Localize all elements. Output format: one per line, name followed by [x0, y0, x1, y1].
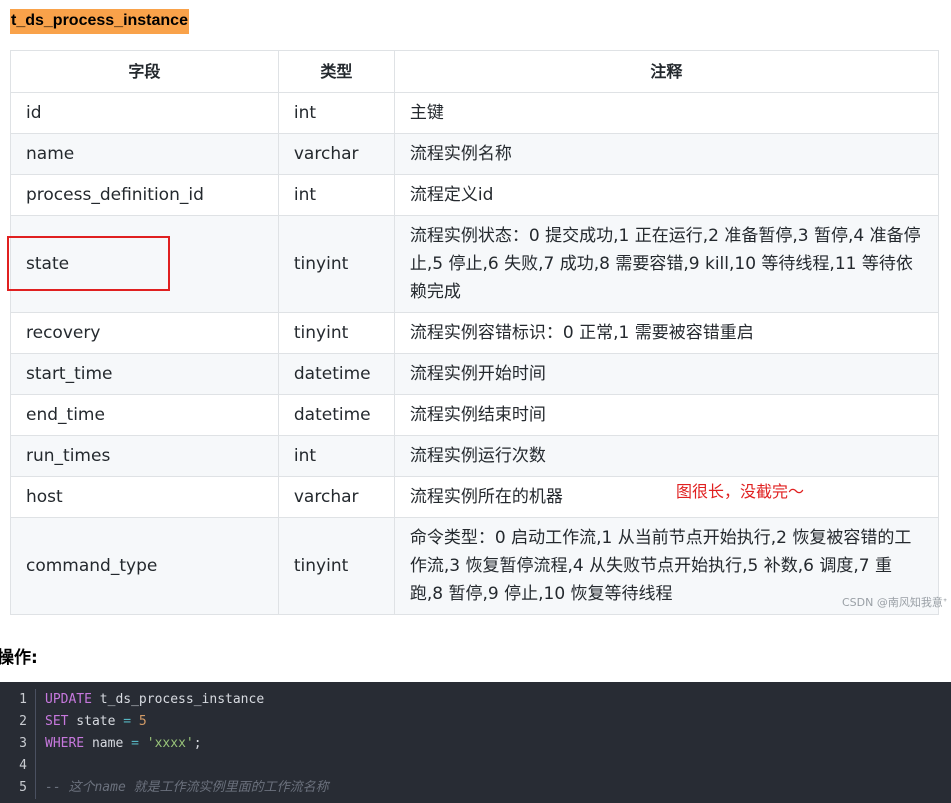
cell-field: process_definition_id [10, 174, 279, 216]
code-line: 4 [0, 755, 951, 777]
code-line: 2 SET state = 5 [0, 711, 951, 733]
cell-comment: 流程实例结束时间 [393, 394, 940, 436]
line-number: 4 [0, 755, 36, 777]
table-row: run_times int 流程实例运行次数 [10, 435, 940, 477]
table-row: process_definition_id int 流程定义id [10, 174, 940, 216]
cell-field: id [10, 92, 279, 134]
cell-field: start_time [10, 353, 279, 395]
cell-comment: 流程实例名称 [393, 133, 940, 175]
cell-field: end_time [10, 394, 279, 436]
cell-comment: 流程实例开始时间 [393, 353, 940, 395]
csdn-watermark: CSDN @南风知我意ᐩ [842, 596, 948, 609]
table-row: id int 主键 [10, 92, 940, 134]
table-row: name varchar 流程实例名称 [10, 133, 940, 175]
cell-type: int [277, 92, 395, 134]
header-field: 字段 [10, 50, 279, 93]
code-line: 1 UPDATE t_ds_process_instance [0, 689, 951, 711]
cell-field: host [10, 476, 279, 518]
sql-keyword: UPDATE [45, 692, 92, 707]
table-row: command_type tinyint 命令类型：0 启动工作流,1 从当前节… [10, 517, 940, 615]
operation-heading: 操作: [0, 648, 38, 668]
sql-string: 'xxxx' [138, 736, 194, 751]
cell-type: tinyint [277, 215, 395, 313]
cell-comment: 流程实例容错标识：0 正常,1 需要被容错重启 [393, 312, 940, 354]
cell-field: run_times [10, 435, 279, 477]
header-comment: 注释 [393, 50, 940, 93]
cell-type: varchar [277, 476, 395, 518]
line-number: 1 [0, 689, 36, 711]
line-number: 2 [0, 711, 36, 733]
cell-comment: 流程实例运行次数 [393, 435, 940, 477]
cell-comment: 流程实例状态：0 提交成功,1 正在运行,2 准备暂停,3 暂停,4 准备停止,… [393, 215, 940, 313]
cell-type: tinyint [277, 517, 395, 615]
sql-code-block[interactable]: 1 UPDATE t_ds_process_instance 2 SET sta… [0, 682, 951, 803]
sql-identifier: t_ds_process_instance [91, 692, 265, 707]
sql-operator: = [131, 736, 139, 751]
header-type: 类型 [277, 50, 395, 93]
code-line: 3 WHERE name = 'xxxx'; [0, 733, 951, 755]
annotation-note: 图很长，没截完～ [676, 482, 805, 501]
sql-number: 5 [131, 714, 147, 729]
sql-semicolon: ; [193, 736, 202, 751]
table-header-row: 字段 类型 注释 [10, 50, 940, 93]
sql-keyword: SET [45, 714, 69, 729]
cell-type: tinyint [277, 312, 395, 354]
cell-field: name [10, 133, 279, 175]
state-highlight-box [7, 236, 170, 291]
cell-field: recovery [10, 312, 279, 354]
code-line: 5 -- 这个name 就是工作流实例里面的工作流名称 [0, 777, 951, 799]
cell-field: command_type [10, 517, 279, 615]
cell-type: datetime [277, 394, 395, 436]
sql-identifier: name [84, 736, 132, 751]
cell-type: int [277, 174, 395, 216]
sql-operator: = [123, 714, 132, 729]
table-row: recovery tinyint 流程实例容错标识：0 正常,1 需要被容错重启 [10, 312, 940, 354]
table-row: start_time datetime 流程实例开始时间 [10, 353, 940, 395]
schema-table: 字段 类型 注释 id int 主键 name varchar 流程实例名称 p… [10, 50, 940, 615]
line-number: 3 [0, 733, 36, 755]
sql-comment: -- 这个name 就是工作流实例里面的工作流名称 [45, 780, 329, 795]
table-name-heading: t_ds_process_instance [10, 9, 189, 34]
cell-type: int [277, 435, 395, 477]
cell-comment: 主键 [393, 92, 940, 134]
cell-type: varchar [277, 133, 395, 175]
cell-comment: 流程实例所在的机器 [393, 476, 940, 518]
cell-type: datetime [277, 353, 395, 395]
line-number: 5 [0, 777, 36, 799]
cell-comment: 流程定义id [393, 174, 940, 216]
sql-keyword: WHERE [45, 736, 85, 751]
table-row: end_time datetime 流程实例结束时间 [10, 394, 940, 436]
sql-identifier: state [68, 714, 124, 729]
